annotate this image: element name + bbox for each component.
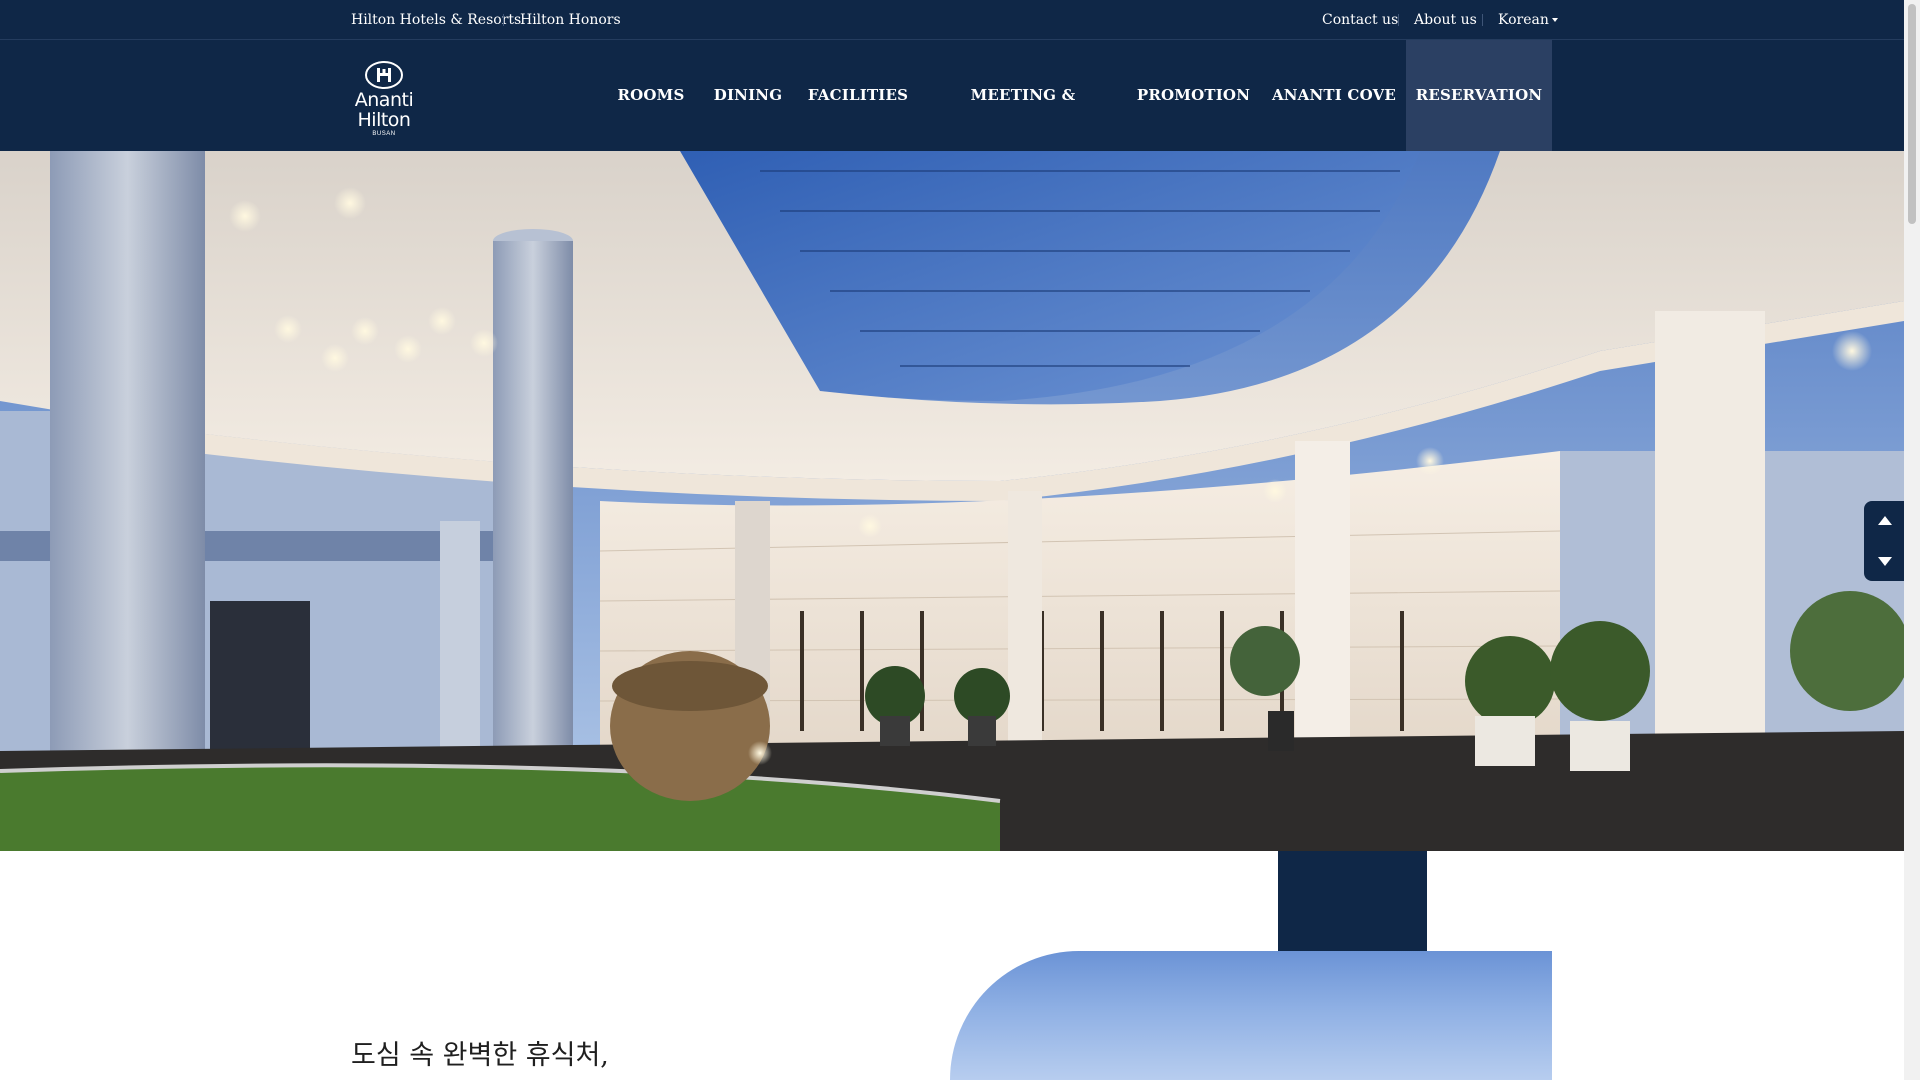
logo-text-hilton: Hilton <box>357 109 411 131</box>
logo-text-ananti: Ananti <box>354 89 414 111</box>
slide-down-button[interactable] <box>1864 541 1904 581</box>
arrow-down-icon <box>1878 557 1892 566</box>
nav-dining[interactable]: DINING <box>703 40 793 151</box>
nav-reservation[interactable]: RESERVATION <box>1406 40 1552 151</box>
nav-meeting-wedding[interactable]: MEETING & WEDDING <box>924 40 1122 215</box>
nav-promotion[interactable]: PROMOTION <box>1131 40 1256 151</box>
page-scrollbar[interactable] <box>1904 0 1920 1080</box>
main-navigation: Ananti Hilton BUSAN ROOMS DINING FACILIT… <box>0 40 1904 215</box>
utility-divider <box>503 14 504 26</box>
hotel-logo[interactable]: Ananti Hilton BUSAN <box>351 60 417 140</box>
language-selector[interactable]: Korean <box>1498 0 1558 40</box>
scrollbar-thumb[interactable] <box>1908 4 1916 224</box>
utility-divider <box>1398 14 1399 26</box>
hero-slide-controls <box>1864 501 1904 581</box>
nav-facilities[interactable]: FACILITIES <box>799 40 917 151</box>
utility-bar: Hilton Hotels & Resorts Hilton Honors Co… <box>0 0 1904 40</box>
nav-ananti-cove[interactable]: ANANTI COVE <box>1265 40 1403 151</box>
language-selector-label: Korean <box>1498 12 1549 28</box>
hero-illustration <box>0 151 1904 851</box>
link-about-us[interactable]: About us <box>1414 0 1477 40</box>
logo-text-busan: BUSAN <box>372 131 396 137</box>
slide-up-button[interactable] <box>1864 501 1904 541</box>
hilton-logo-icon <box>365 61 403 89</box>
hero-image <box>0 151 1904 851</box>
arrow-up-icon <box>1878 516 1892 525</box>
link-hilton-honors[interactable]: Hilton Honors <box>520 0 621 40</box>
nav-rooms[interactable]: ROOMS <box>603 40 699 151</box>
intro-headline: 도심 속 완벽한 휴식처, <box>351 1040 609 1071</box>
intro-image <box>950 951 1552 1080</box>
utility-divider <box>1482 14 1483 26</box>
decorative-navy-block <box>1278 851 1427 951</box>
caret-down-icon <box>1551 18 1558 22</box>
link-hilton-hotels-resorts[interactable]: Hilton Hotels & Resorts <box>351 0 521 40</box>
link-contact-us[interactable]: Contact us <box>1322 0 1398 40</box>
